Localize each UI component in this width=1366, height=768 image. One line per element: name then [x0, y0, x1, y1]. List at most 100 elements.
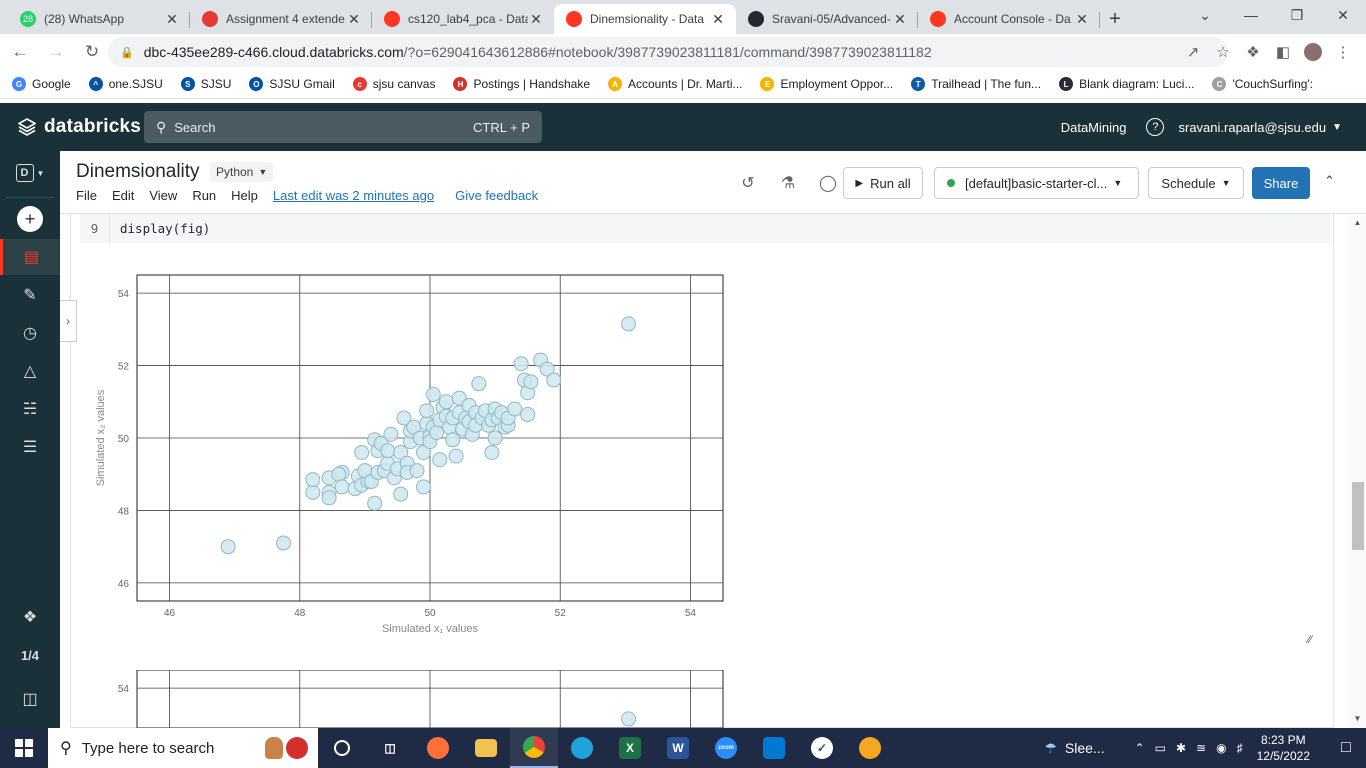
address-bar[interactable]: 🔒 dbc-435ee289-c466.cloud.databricks.com…: [108, 37, 1228, 67]
minimize-icon[interactable]: —: [1228, 0, 1274, 30]
code-editor[interactable]: 9 display(fig): [80, 214, 1330, 243]
chevron-up-icon[interactable]: ⌃: [1324, 173, 1335, 189]
bookmark-item[interactable]: S SJSU: [180, 77, 231, 91]
zoom-icon[interactable]: zoom: [702, 728, 750, 768]
back-icon[interactable]: ←: [4, 36, 36, 68]
partner-connect-nav[interactable]: ❖: [0, 599, 60, 635]
give-feedback-link[interactable]: Give feedback: [455, 188, 538, 203]
scroll-down-icon[interactable]: ▼: [1349, 714, 1366, 723]
bookmark-item[interactable]: O SJSU Gmail: [249, 77, 335, 91]
browser-tab[interactable]: Dinemsionality - Data ✕: [554, 4, 736, 34]
run-all-button[interactable]: ▶ Run all: [843, 167, 923, 199]
side-panel-icon[interactable]: ◧: [1268, 43, 1298, 61]
firefox-icon[interactable]: [414, 728, 462, 768]
bookmark-item[interactable]: H Postings | Handshake: [453, 77, 590, 91]
cortana-icon[interactable]: [318, 728, 366, 768]
workspace-nav[interactable]: ▤: [0, 239, 60, 275]
word-icon[interactable]: W: [654, 728, 702, 768]
recents-nav[interactable]: ◷: [0, 315, 60, 351]
bookmark-star-icon[interactable]: ☆: [1208, 43, 1238, 61]
app-icon-orange[interactable]: [846, 728, 894, 768]
browser-tab[interactable]: 28 (28) WhatsApp ✕: [8, 4, 190, 34]
menu-edit[interactable]: Edit: [112, 188, 134, 203]
browser-tab[interactable]: Account Console - Da ✕: [918, 4, 1100, 34]
scroll-up-icon[interactable]: ▲: [1349, 218, 1366, 227]
vscode-icon[interactable]: [750, 728, 798, 768]
databricks-logo[interactable]: databricks: [18, 116, 141, 138]
extensions-icon[interactable]: ❖: [1238, 43, 1268, 61]
schedule-button[interactable]: Schedule ▼: [1148, 167, 1244, 199]
file-explorer-icon[interactable]: [462, 728, 510, 768]
bookmark-item[interactable]: ^ one.SJSU: [88, 77, 163, 91]
tab-close-icon[interactable]: ✕: [1074, 11, 1090, 28]
tab-close-icon[interactable]: ✕: [710, 11, 726, 28]
vertical-scrollbar[interactable]: ▲ ▼: [1349, 214, 1366, 728]
browser-tab[interactable]: Assignment 4 extende ✕: [190, 4, 372, 34]
tab-close-icon[interactable]: ✕: [528, 11, 544, 28]
chrome-icon[interactable]: [510, 728, 558, 768]
cluster-selector[interactable]: [default]basic-starter-cl... ▼: [934, 167, 1139, 199]
last-edit-link[interactable]: Last edit was 2 minutes ago: [273, 188, 434, 203]
menu-help[interactable]: Help: [231, 188, 258, 203]
tab-search-icon[interactable]: ⌄: [1182, 0, 1228, 30]
windows-start-icon[interactable]: [0, 728, 48, 768]
language-selector[interactable]: Python ▼: [210, 162, 274, 182]
restore-icon[interactable]: ❐: [1274, 0, 1320, 30]
experiment-icon[interactable]: ⚗: [768, 173, 808, 193]
share-page-icon[interactable]: ↗: [1178, 43, 1208, 61]
tab-close-icon[interactable]: ✕: [164, 11, 180, 28]
wifi-icon[interactable]: ≊: [1196, 741, 1206, 755]
profile-avatar[interactable]: [1298, 43, 1328, 62]
bookmark-item[interactable]: E Employment Oppor...: [760, 77, 893, 91]
data-nav[interactable]: △: [0, 353, 60, 389]
compute-nav[interactable]: ☵: [0, 391, 60, 427]
workspace-name[interactable]: DataMining: [1061, 120, 1127, 135]
revision-history-icon[interactable]: ↺: [728, 173, 768, 193]
notebook-title[interactable]: Dinemsionality: [76, 161, 200, 183]
browser-tab[interactable]: Sravani-05/Advanced- ✕: [736, 4, 918, 34]
persona-switcher[interactable]: D ▼: [0, 155, 60, 191]
share-button[interactable]: Share: [1252, 167, 1310, 199]
repos-nav[interactable]: ✎: [0, 277, 60, 313]
task-view-icon[interactable]: ◫: [366, 728, 414, 768]
network-icon[interactable]: ◉: [1216, 741, 1226, 755]
bookmark-item[interactable]: C 'CouchSurfing':: [1212, 77, 1313, 91]
app-icon-blue[interactable]: ✓: [798, 728, 846, 768]
chevron-down-icon[interactable]: ▼: [1332, 122, 1342, 133]
chevron-right-icon[interactable]: ›: [60, 300, 77, 342]
bookmark-item[interactable]: L Blank diagram: Luci...: [1059, 77, 1194, 91]
edge-icon[interactable]: [558, 728, 606, 768]
bookmark-item[interactable]: T Trailhead | The fun...: [911, 77, 1041, 91]
forward-icon[interactable]: →: [40, 36, 72, 68]
volume-icon[interactable]: ♯: [1237, 741, 1243, 755]
help-icon[interactable]: ?: [1146, 118, 1165, 136]
notification-center-icon[interactable]: □: [1326, 739, 1366, 757]
scrollbar-thumb[interactable]: [1352, 482, 1364, 550]
workspace-search[interactable]: ⚲ Search CTRL + P: [144, 111, 542, 143]
weather-widget[interactable]: ☂ Slee...: [1044, 740, 1104, 757]
resize-handle-icon[interactable]: ∕∕: [1308, 634, 1312, 646]
close-window-icon[interactable]: ✕: [1320, 0, 1366, 30]
tab-close-icon[interactable]: ✕: [892, 11, 908, 28]
bookmark-item[interactable]: G Google: [12, 77, 71, 91]
bluetooth-icon[interactable]: ✱: [1176, 741, 1186, 755]
collapse-sidebar[interactable]: ◫: [0, 681, 60, 717]
user-menu[interactable]: sravani.raparla@sjsu.edu: [1178, 120, 1326, 135]
reload-icon[interactable]: ↻: [76, 36, 108, 68]
tray-overflow-icon[interactable]: ⌃: [1135, 741, 1145, 755]
new-tab-button[interactable]: +: [1100, 4, 1130, 34]
workflows-nav[interactable]: ☰: [0, 429, 60, 465]
tab-close-icon[interactable]: ✕: [346, 11, 362, 28]
taskbar-search[interactable]: ⚲ Type here to search: [48, 728, 318, 768]
excel-icon[interactable]: X: [606, 728, 654, 768]
menu-run[interactable]: Run: [192, 188, 216, 203]
browser-tab[interactable]: cs120_lab4_pca - Data ✕: [372, 4, 554, 34]
menu-file[interactable]: File: [76, 188, 97, 203]
bookmark-item[interactable]: A Accounts | Dr. Marti...: [608, 77, 742, 91]
system-clock[interactable]: 8:23 PM 12/5/2022: [1257, 732, 1310, 764]
bookmark-item[interactable]: c sjsu canvas: [352, 77, 435, 91]
comments-icon[interactable]: ◯: [808, 173, 848, 193]
create-button[interactable]: +: [0, 201, 60, 237]
battery-icon[interactable]: ▭: [1155, 741, 1166, 755]
more-menu-icon[interactable]: ⋮: [1328, 43, 1358, 61]
